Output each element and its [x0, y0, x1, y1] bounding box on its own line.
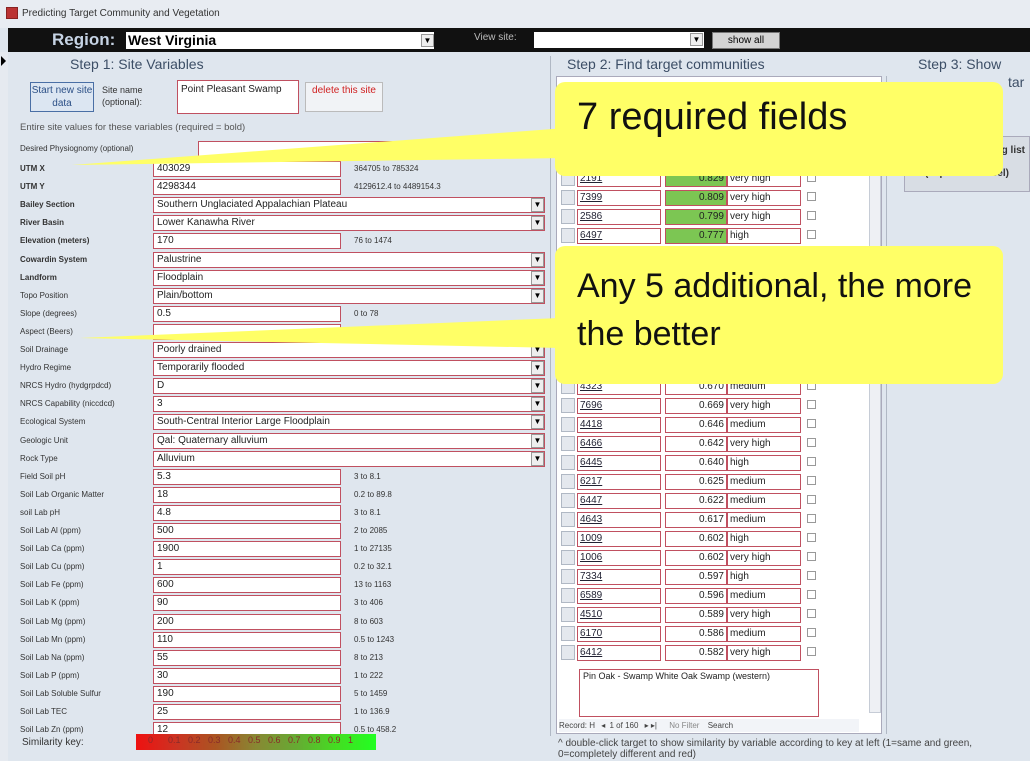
- callout-required: 7 required fields: [555, 82, 1003, 176]
- callout-pointer-required: [72, 128, 566, 165]
- callout-additional: Any 5 additional, the more the better: [555, 246, 1003, 384]
- app-window: Predicting Target Community and Vegetati…: [0, 0, 1030, 761]
- callout-pointer-additional: [80, 318, 560, 348]
